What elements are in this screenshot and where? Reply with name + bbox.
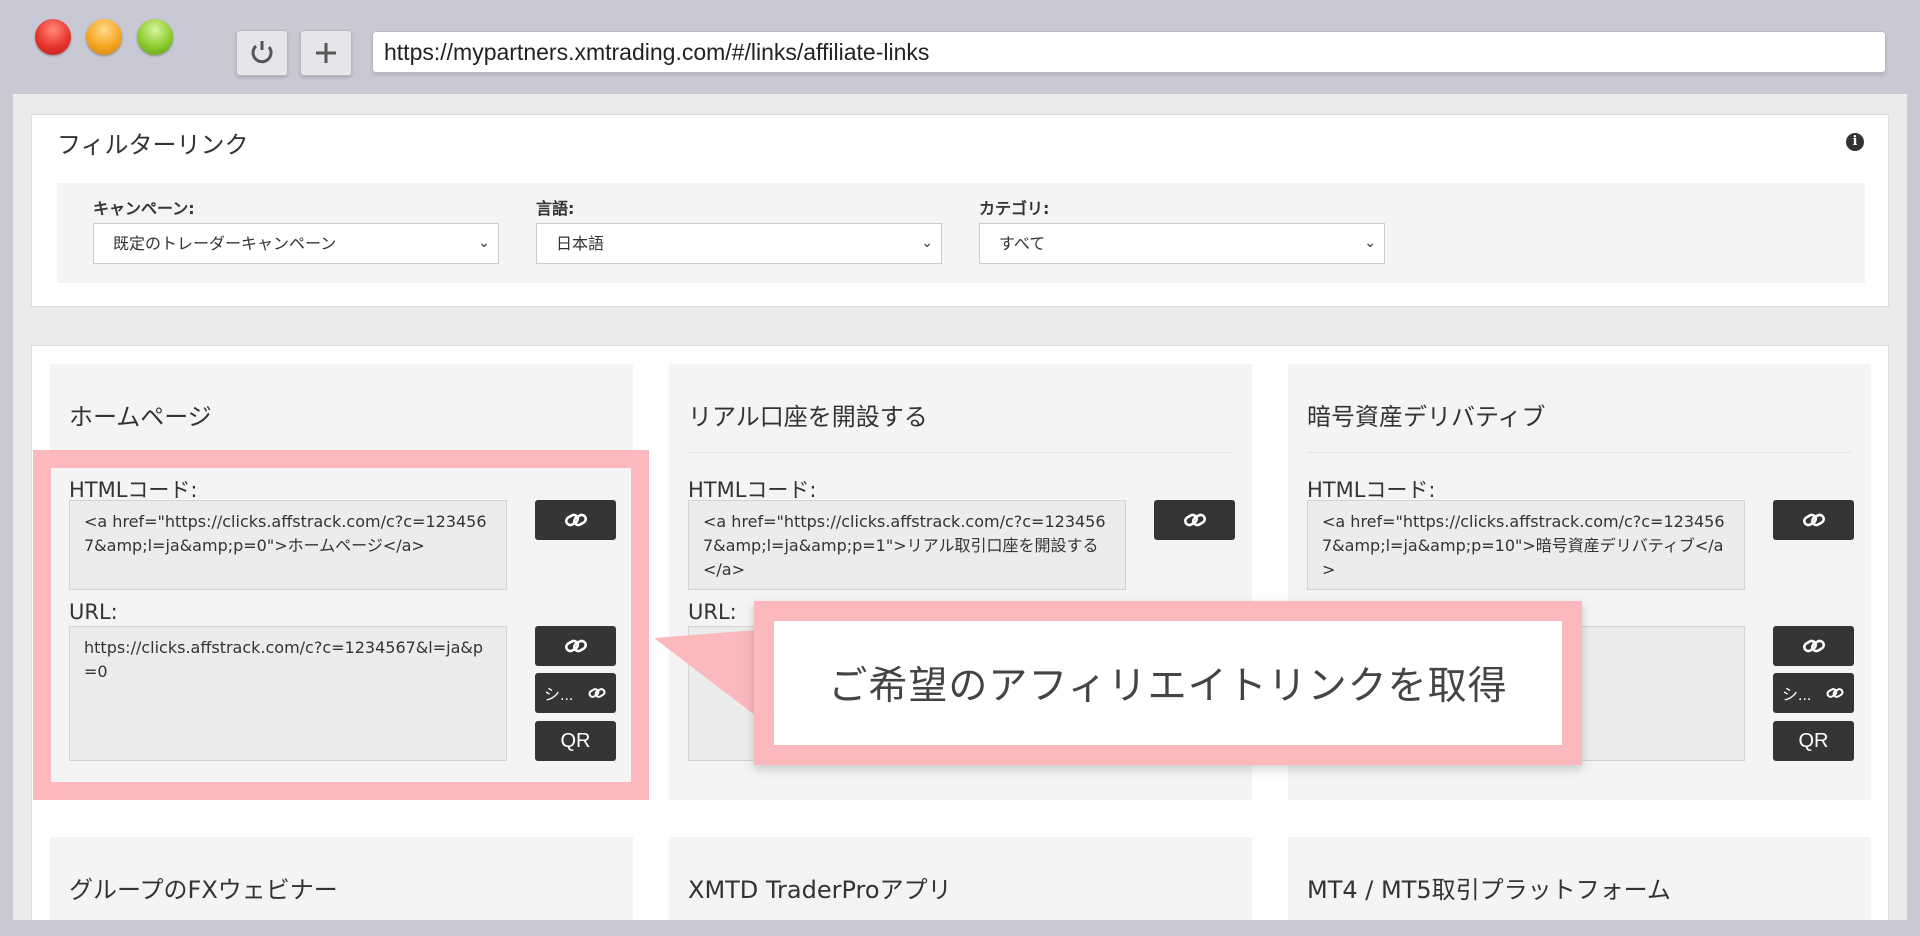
browser-window: https://mypartners.xmtrading.com/#/links…: [0, 0, 1920, 936]
copy-url-button[interactable]: [1773, 626, 1854, 666]
language-select[interactable]: 日本語 ⌄: [536, 223, 942, 264]
plus-icon: [316, 43, 336, 63]
chevron-down-icon: ⌄: [921, 235, 933, 251]
category-select-value: すべて: [999, 234, 1046, 253]
minimize-window-button[interactable]: [86, 19, 122, 55]
html-code-box[interactable]: <a href="https://clicks.affstrack.com/c?…: [688, 500, 1126, 590]
callout-pointer: [654, 630, 756, 716]
link-icon: [1802, 639, 1825, 653]
html-code-box[interactable]: <a href="https://clicks.affstrack.com/c?…: [1307, 500, 1745, 590]
info-icon[interactable]: i: [1846, 133, 1864, 151]
card-title: MT4 / MT5取引プラットフォーム: [1307, 876, 1671, 904]
close-window-button[interactable]: [35, 19, 71, 55]
language-select-value: 日本語: [556, 234, 605, 253]
copy-html-button[interactable]: [1773, 500, 1854, 540]
url-label: URL:: [688, 600, 737, 624]
reload-icon: [251, 41, 273, 64]
filter-panel: フィルターリンク i キャンペーン: 既定のトレーダーキャンペーン ⌄ 言語: 日…: [31, 114, 1889, 307]
callout-box: ご希望のアフィリエイトリンクを取得: [754, 601, 1582, 765]
card-title: リアル口座を開設する: [688, 403, 928, 431]
link-icon: [1183, 513, 1206, 527]
card-divider: [1307, 452, 1852, 453]
address-bar[interactable]: https://mypartners.xmtrading.com/#/links…: [372, 31, 1886, 73]
card-title: XMTD TraderProアプリ: [688, 876, 952, 904]
qr-button[interactable]: QR: [1773, 721, 1854, 761]
callout-text: ご希望のアフィリエイトリンクを取得: [774, 621, 1562, 745]
link-icon: [1826, 688, 1844, 698]
maximize-window-button[interactable]: [137, 19, 173, 55]
campaign-select[interactable]: 既定のトレーダーキャンペーン ⌄: [93, 223, 499, 264]
filter-title: フィルターリンク: [57, 131, 249, 159]
card-title: ホームページ: [69, 403, 212, 431]
highlight-box: [33, 450, 649, 800]
card-title: グループのFXウェビナー: [69, 876, 338, 904]
chevron-down-icon: ⌄: [478, 235, 490, 251]
link-card-fx-webinar: グループのFXウェビナー: [50, 837, 633, 920]
link-card-mt4-mt5: MT4 / MT5取引プラットフォーム: [1288, 837, 1871, 920]
link-card-traderpro-app: XMTD TraderProアプリ: [669, 837, 1252, 920]
short-link-button[interactable]: シ...: [1773, 673, 1854, 713]
filter-fields: キャンペーン: 既定のトレーダーキャンペーン ⌄ 言語: 日本語 ⌄ カテゴリ: す…: [57, 183, 1865, 283]
chevron-down-icon: ⌄: [1364, 235, 1376, 251]
link-icon: [1802, 513, 1825, 527]
language-label: 言語:: [536, 199, 575, 218]
reload-button[interactable]: [236, 30, 288, 76]
campaign-select-value: 既定のトレーダーキャンペーン: [113, 234, 337, 253]
category-label: カテゴリ:: [979, 199, 1050, 218]
short-link-label: シ...: [1782, 687, 1812, 704]
campaign-label: キャンペーン:: [93, 199, 195, 218]
card-divider: [688, 452, 1233, 453]
new-tab-button[interactable]: [300, 30, 352, 76]
copy-html-button[interactable]: [1154, 500, 1235, 540]
card-title: 暗号資産デリバティブ: [1307, 403, 1546, 431]
category-select[interactable]: すべて ⌄: [979, 223, 1385, 264]
